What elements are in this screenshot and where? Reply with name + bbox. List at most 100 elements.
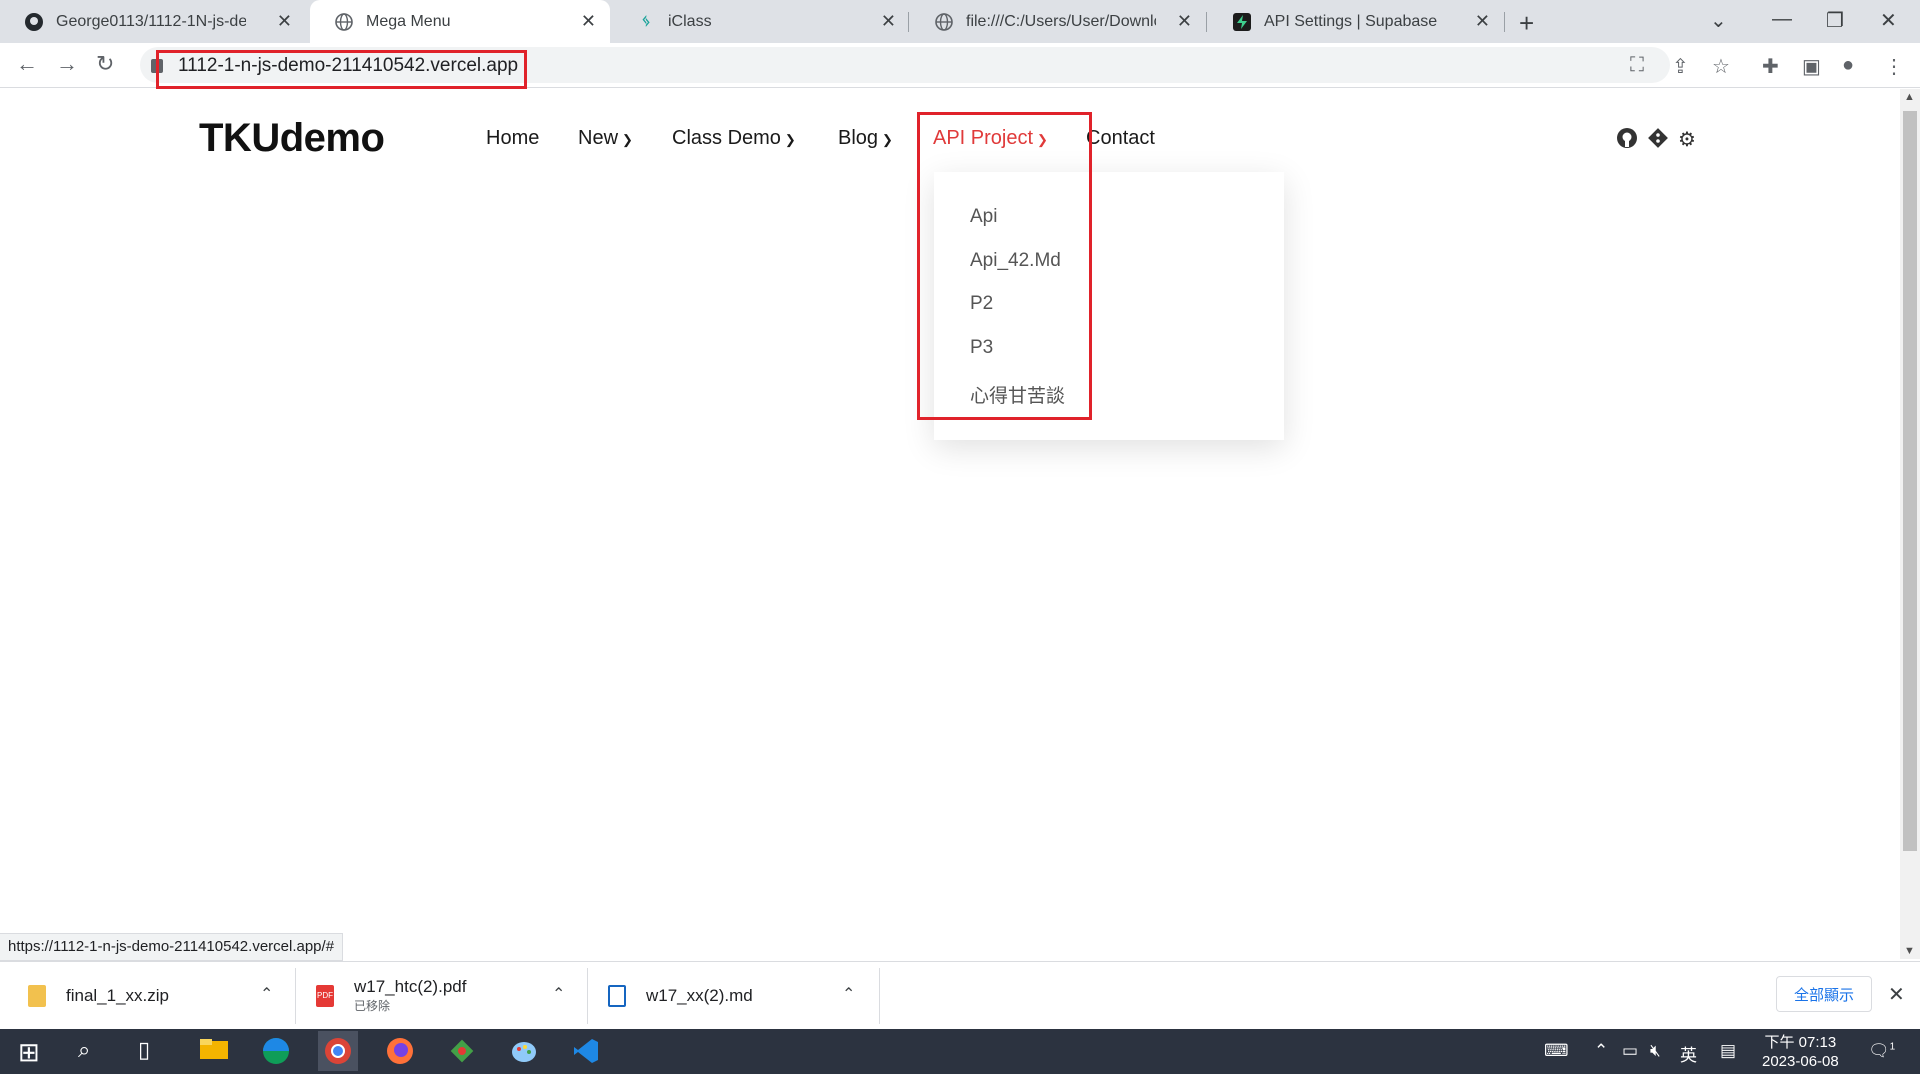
extensions-icon[interactable]: ✚ (1762, 54, 1779, 79)
tab-supabase[interactable]: API Settings | Supabase ✕ (1208, 0, 1504, 43)
scrollbar-thumb[interactable] (1903, 111, 1917, 851)
tab-iclass[interactable]: ᛃ iClass ✕ (612, 0, 910, 43)
close-icon[interactable]: ✕ (1177, 11, 1192, 32)
window-close-icon[interactable]: ✕ (1880, 8, 1897, 33)
nav-label: Home (486, 127, 540, 149)
notification-count: 1 (1889, 1041, 1896, 1053)
download-item[interactable]: PDF w17_htc(2).pdf 已移除 ⌃ (316, 962, 578, 1029)
download-name: w17_xx(2).md (646, 985, 753, 1005)
tab-title: file:///C:/Users/User/Downloads (966, 12, 1156, 30)
nav-label: New (578, 127, 619, 149)
tab-title: iClass (668, 12, 712, 30)
firefox-icon[interactable] (386, 1037, 414, 1072)
scroll-up-icon[interactable]: ▲ (1904, 91, 1915, 103)
close-icon[interactable]: ✕ (881, 11, 896, 32)
nav-home[interactable]: Home (486, 127, 539, 150)
download-name: w17_htc(2).pdf (354, 977, 467, 996)
tab-github[interactable]: George0113/1112-1N-js-demo ✕ (0, 0, 306, 43)
download-separator (879, 968, 880, 1024)
nav-contact[interactable]: Contact (1086, 127, 1155, 150)
globe-icon (934, 12, 954, 32)
tab-file[interactable]: file:///C:/Users/User/Downloads ✕ (910, 0, 1206, 43)
show-all-downloads-button[interactable]: 全部顯示 (1776, 976, 1872, 1012)
clock-time: 下午 07:13 (1764, 1034, 1837, 1051)
site-logo[interactable]: TKUdemo (199, 116, 385, 161)
file-explorer-icon[interactable] (200, 1037, 228, 1068)
chevron-down-icon: ❯ (784, 132, 796, 147)
download-item[interactable]: w17_xx(2).md ⌃ (608, 962, 870, 1029)
tab-title: George0113/1112-1N-js-demo (56, 12, 246, 30)
forward-icon[interactable]: → (56, 51, 78, 77)
chrome-icon[interactable] (318, 1031, 358, 1071)
tab-title: API Settings | Supabase (1264, 12, 1438, 30)
chevron-up-icon[interactable]: ⌃ (552, 984, 565, 1004)
paint-icon[interactable] (510, 1037, 538, 1072)
api-project-highlight-box (917, 112, 1092, 420)
sourcetree-icon[interactable] (448, 1037, 476, 1072)
chevron-up-icon[interactable]: ⌃ (1594, 1041, 1608, 1061)
tab-search-icon[interactable]: ⌄ (1710, 8, 1727, 33)
download-separator (295, 968, 296, 1024)
git-icon[interactable] (1647, 127, 1669, 155)
translate-icon[interactable]: ⛶ (1630, 54, 1644, 77)
network-icon[interactable]: ▭ (1622, 1041, 1638, 1061)
nav-label: Blog (838, 127, 879, 149)
new-tab-button[interactable]: + (1519, 8, 1534, 39)
nav-label: Contact (1086, 127, 1155, 149)
share-icon[interactable]: ⇪ (1672, 54, 1689, 79)
minimize-icon[interactable]: — (1772, 8, 1792, 31)
gear-icon[interactable]: ⚙ (1678, 127, 1696, 152)
github-icon (24, 12, 44, 32)
nav-class-demo[interactable]: Class Demo ❯ (672, 127, 796, 150)
keyboard-icon[interactable]: ⌨ (1544, 1041, 1569, 1061)
search-icon[interactable]: ⌕ (78, 1037, 90, 1063)
supabase-icon (1232, 12, 1252, 32)
nav-label: Class Demo (672, 127, 781, 149)
scroll-down-icon[interactable]: ▼ (1904, 945, 1915, 957)
reload-icon[interactable]: ↻ (96, 51, 114, 77)
markdown-file-icon (608, 984, 626, 1007)
scrollbar[interactable]: ▲ ▼ (1900, 89, 1920, 959)
menu-kebab-icon[interactable]: ⋮ (1884, 54, 1904, 79)
side-panel-icon[interactable]: ▣ (1802, 54, 1821, 79)
windows-taskbar: ⊞ ⌕ ▯ ⌨ ⌃ ▭ 🔇︎ 英 ▤ 下午 07:13 2023-06-08 🗨… (0, 1029, 1920, 1074)
chevron-down-icon: ❯ (882, 132, 893, 147)
task-view-icon[interactable]: ▯ (138, 1037, 150, 1063)
tab-separator (1206, 12, 1207, 32)
tab-separator (908, 12, 909, 32)
bookmark-star-icon[interactable]: ☆ (1712, 54, 1730, 79)
chevron-up-icon[interactable]: ⌃ (842, 984, 855, 1004)
edge-icon[interactable] (262, 1037, 290, 1072)
pdf-file-icon: PDF (316, 984, 334, 1007)
clock-date: 2023-06-08 (1762, 1053, 1839, 1070)
zip-file-icon (28, 984, 46, 1007)
close-icon[interactable]: ✕ (277, 11, 292, 32)
back-icon[interactable]: ← (16, 51, 38, 77)
url-highlight-box (156, 50, 527, 89)
volume-muted-icon[interactable]: 🔇︎ (1650, 1041, 1661, 1061)
tab-title: Mega Menu (366, 12, 451, 30)
chevron-up-icon[interactable]: ⌃ (260, 984, 273, 1004)
ime-mode-icon[interactable]: ▤ (1720, 1041, 1736, 1061)
tab-mega-menu[interactable]: Mega Menu ✕ (310, 0, 610, 43)
tab-strip: George0113/1112-1N-js-demo ✕ Mega Menu ✕… (0, 0, 1920, 43)
download-item[interactable]: final_1_xx.zip ⌃ (28, 962, 290, 1029)
vscode-icon[interactable] (572, 1037, 600, 1072)
close-icon[interactable]: ✕ (1888, 982, 1905, 1007)
restore-icon[interactable]: ❐ (1826, 8, 1844, 33)
profile-avatar-icon[interactable]: ● (1842, 54, 1854, 77)
chevron-down-icon: ❯ (622, 132, 633, 147)
download-status: 已移除 (354, 999, 391, 1013)
close-icon[interactable]: ✕ (1475, 11, 1490, 32)
ime-indicator[interactable]: 英 (1680, 1041, 1697, 1066)
tab-separator (1504, 12, 1505, 32)
close-icon[interactable]: ✕ (581, 11, 596, 32)
github-icon[interactable] (1616, 127, 1638, 155)
nav-new[interactable]: New ❯ (578, 127, 633, 150)
iclass-icon: ᛃ (641, 12, 651, 30)
nav-blog[interactable]: Blog ❯ (838, 127, 893, 150)
taskbar-clock[interactable]: 下午 07:13 2023-06-08 (1762, 1033, 1839, 1071)
notification-icon[interactable]: 🗨︎1 (1868, 1041, 1895, 1061)
windows-start-icon[interactable]: ⊞ (18, 1037, 40, 1068)
globe-icon (334, 12, 354, 32)
